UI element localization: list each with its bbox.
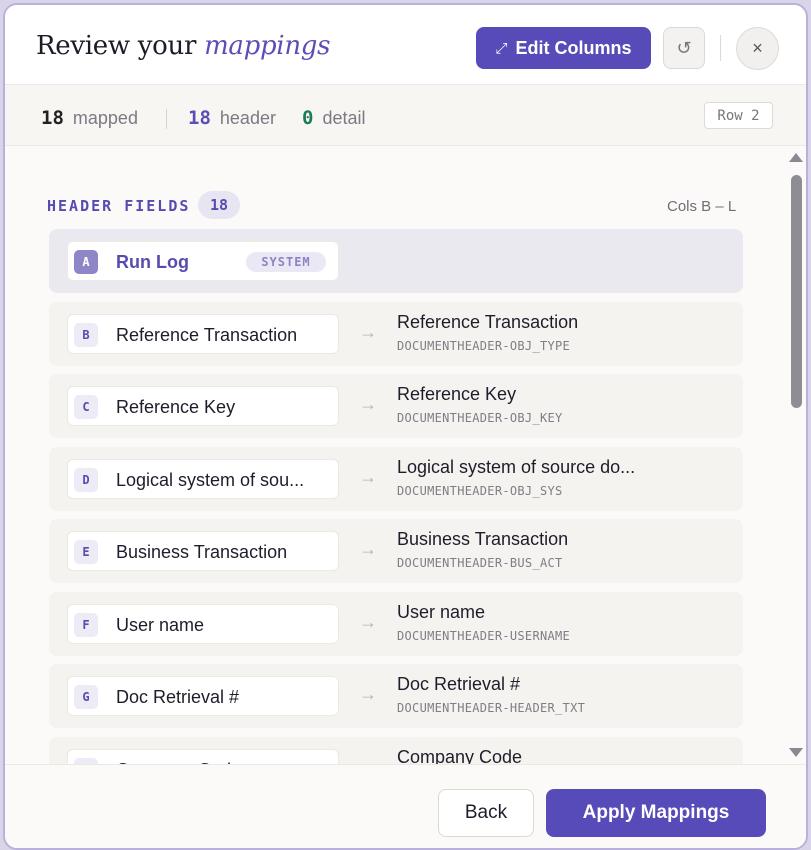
arrow-right-icon: → (359, 684, 377, 704)
stats-divider (166, 109, 167, 129)
arrow-right-icon: → (359, 757, 377, 765)
close-button[interactable]: × (736, 27, 779, 70)
target-field-title: User name (397, 601, 486, 622)
target-field-title: Doc Retrieval # (397, 674, 521, 694)
source-column-label: Run Log (116, 252, 189, 272)
target-field-title: Business Transaction (397, 529, 569, 549)
source-column-card[interactable]: HCompany Code (67, 748, 339, 764)
row-badge: Row 2 (704, 102, 773, 129)
scroll-down-arrow-icon[interactable] (789, 748, 803, 757)
source-column-card[interactable]: A Run Log SYSTEM (67, 241, 339, 281)
target-field-title: Reference Transaction (397, 311, 579, 332)
mapping-row[interactable]: HCompany Code → Company Code (49, 736, 743, 765)
mappings-scroll-area[interactable]: HEADER FIELDS 18 Cols B – L A Run Log SYST… (5, 147, 806, 764)
column-letter-badge: F (74, 612, 98, 637)
undo-icon: ↺ (676, 37, 692, 58)
target-field-code: DOCUMENTHEADER-OBJ_KEY (397, 411, 563, 425)
arrow-right-icon: → (359, 611, 377, 632)
column-letter-badge: C (74, 395, 98, 419)
source-column-label: Logical system of sou... (116, 469, 305, 490)
mapping-row[interactable]: C Reference Key → Reference Key DOCUMENTHEAD… (49, 374, 743, 438)
column-letter-badge: E (74, 540, 98, 564)
review-mappings-dialog: Review your mappings ⤢ Edit Columns ↺ × … (3, 3, 808, 850)
title-accent: mappings (204, 31, 331, 61)
apply-mappings-button[interactable]: Apply Mappings (546, 789, 766, 837)
target-field-title: Company Code (397, 746, 523, 765)
source-column-card[interactable]: C Reference Key (67, 386, 339, 426)
source-column-label: Doc Retrieval # (116, 687, 240, 707)
dialog-footer: Back Apply Mappings (5, 764, 806, 848)
target-field-code: DOCUMENTHEADER-USERNAME (397, 628, 571, 643)
mapped-count: 18 (41, 107, 64, 129)
stats-bar: 18 mapped 18 header 0 detail Row 2 (5, 85, 806, 146)
source-column-card[interactable]: B Reference Transaction (67, 313, 339, 354)
column-letter-badge: B (74, 322, 98, 347)
edit-columns-button[interactable]: ⤢ Edit Columns (476, 27, 651, 69)
column-letter-badge: G (74, 685, 98, 709)
detail-label: detail (322, 108, 366, 128)
mapping-row[interactable]: E Business Transaction → Business Transacti… (49, 519, 743, 583)
detail-stat: 0 detail (302, 107, 366, 129)
target-field-code: DOCUMENTHEADER-HEADER_TXT (397, 701, 586, 715)
mapping-row[interactable]: A Run Log SYSTEM (49, 229, 743, 293)
mapped-label: mapped (72, 108, 138, 128)
reset-button[interactable]: ↺ (663, 27, 705, 69)
column-letter-badge: D (74, 467, 98, 492)
arrow-right-icon: → (359, 466, 377, 487)
section-title: HEADER FIELDS (47, 197, 191, 215)
mapping-row[interactable]: B Reference Transaction → Reference Transac… (49, 301, 743, 366)
mapping-row[interactable]: G Doc Retrieval # → Doc Retrieval # DOCUMENT… (49, 664, 743, 728)
scroll-up-arrow-icon[interactable] (789, 153, 803, 162)
source-column-card[interactable]: G Doc Retrieval # (67, 676, 339, 716)
close-icon: × (752, 38, 763, 58)
arrow-right-icon: → (359, 321, 377, 342)
header-divider (720, 35, 721, 61)
detail-count: 0 (302, 107, 314, 129)
cols-range: Cols B – L (667, 198, 737, 215)
source-column-label: Reference Key (116, 397, 236, 417)
target-field-code: DOCUMENTHEADER-BUS_ACT (397, 556, 563, 570)
source-column-label: Business Transaction (116, 542, 288, 562)
target-field-title: Logical system of source do... (397, 456, 636, 477)
target-field-code: DOCUMENTHEADER-OBJ_SYS (397, 483, 563, 498)
expand-arrows-icon: ⤢ (495, 39, 508, 57)
header-stat: 18 header (188, 107, 276, 129)
dialog-header: Review your mappings ⤢ Edit Columns ↺ × (5, 5, 806, 85)
edit-columns-label: Edit Columns (515, 37, 632, 58)
header-label: header (219, 108, 276, 128)
mapped-stat: 18 mapped (41, 107, 138, 129)
column-letter-badge: A (74, 250, 98, 274)
arrow-right-icon: → (359, 539, 377, 559)
source-column-card[interactable]: D Logical system of sou... (67, 458, 339, 499)
source-column-card[interactable]: F User name (67, 603, 339, 644)
back-button[interactable]: Back (438, 789, 534, 837)
system-badge: SYSTEM (246, 252, 326, 272)
mapping-row[interactable]: F User name → User name DOCUMENTHEADER-USERN… (49, 591, 743, 656)
target-field-title: Reference Key (397, 384, 517, 404)
page-title: Review your mappings (36, 31, 330, 61)
mapping-row[interactable]: D Logical system of sou... → Logical system… (49, 446, 743, 511)
title-text: Review your (36, 31, 197, 61)
target-field-code: DOCUMENTHEADER-OBJ_TYPE (397, 338, 571, 353)
scrollbar-thumb[interactable] (791, 175, 802, 408)
header-count: 18 (188, 107, 211, 129)
source-column-label: User name (116, 614, 205, 635)
section-count-badge: 18 (198, 191, 240, 219)
arrow-right-icon: → (359, 394, 377, 414)
source-column-label: Reference Transaction (116, 324, 298, 345)
source-column-card[interactable]: E Business Transaction (67, 531, 339, 571)
